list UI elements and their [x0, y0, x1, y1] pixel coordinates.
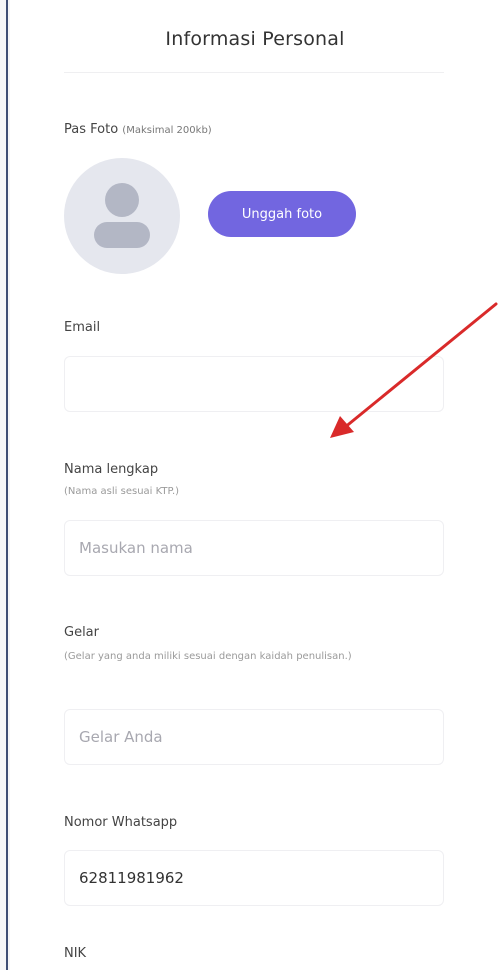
full-name-field[interactable]	[64, 520, 444, 576]
degree-field[interactable]	[64, 709, 444, 765]
user-silhouette-icon	[94, 183, 150, 248]
page-title: Informasi Personal	[165, 28, 345, 50]
full-name-hint: (Nama asli sesuai KTP.)	[64, 486, 180, 497]
title-divider	[64, 72, 444, 73]
nik-label: NIK	[64, 946, 87, 961]
avatar-placeholder	[64, 158, 180, 274]
photo-label: Pas Foto (Maksimal 200kb)	[64, 122, 212, 137]
upload-photo-button[interactable]: Unggah foto	[208, 191, 356, 237]
photo-label-text: Pas Foto	[64, 122, 119, 137]
email-label: Email	[64, 320, 101, 335]
sidebar-edge	[0, 0, 10, 970]
whatsapp-label: Nomor Whatsapp	[64, 815, 178, 830]
degree-label: Gelar	[64, 625, 99, 640]
sidebar-border-line	[6, 0, 8, 970]
whatsapp-field[interactable]	[64, 850, 444, 906]
full-name-label: Nama lengkap	[64, 462, 159, 477]
red-arrow-annotation	[330, 302, 498, 438]
photo-size-hint: (Maksimal 200kb)	[122, 125, 212, 136]
degree-hint: (Gelar yang anda miliki sesuai dengan ka…	[64, 651, 352, 662]
